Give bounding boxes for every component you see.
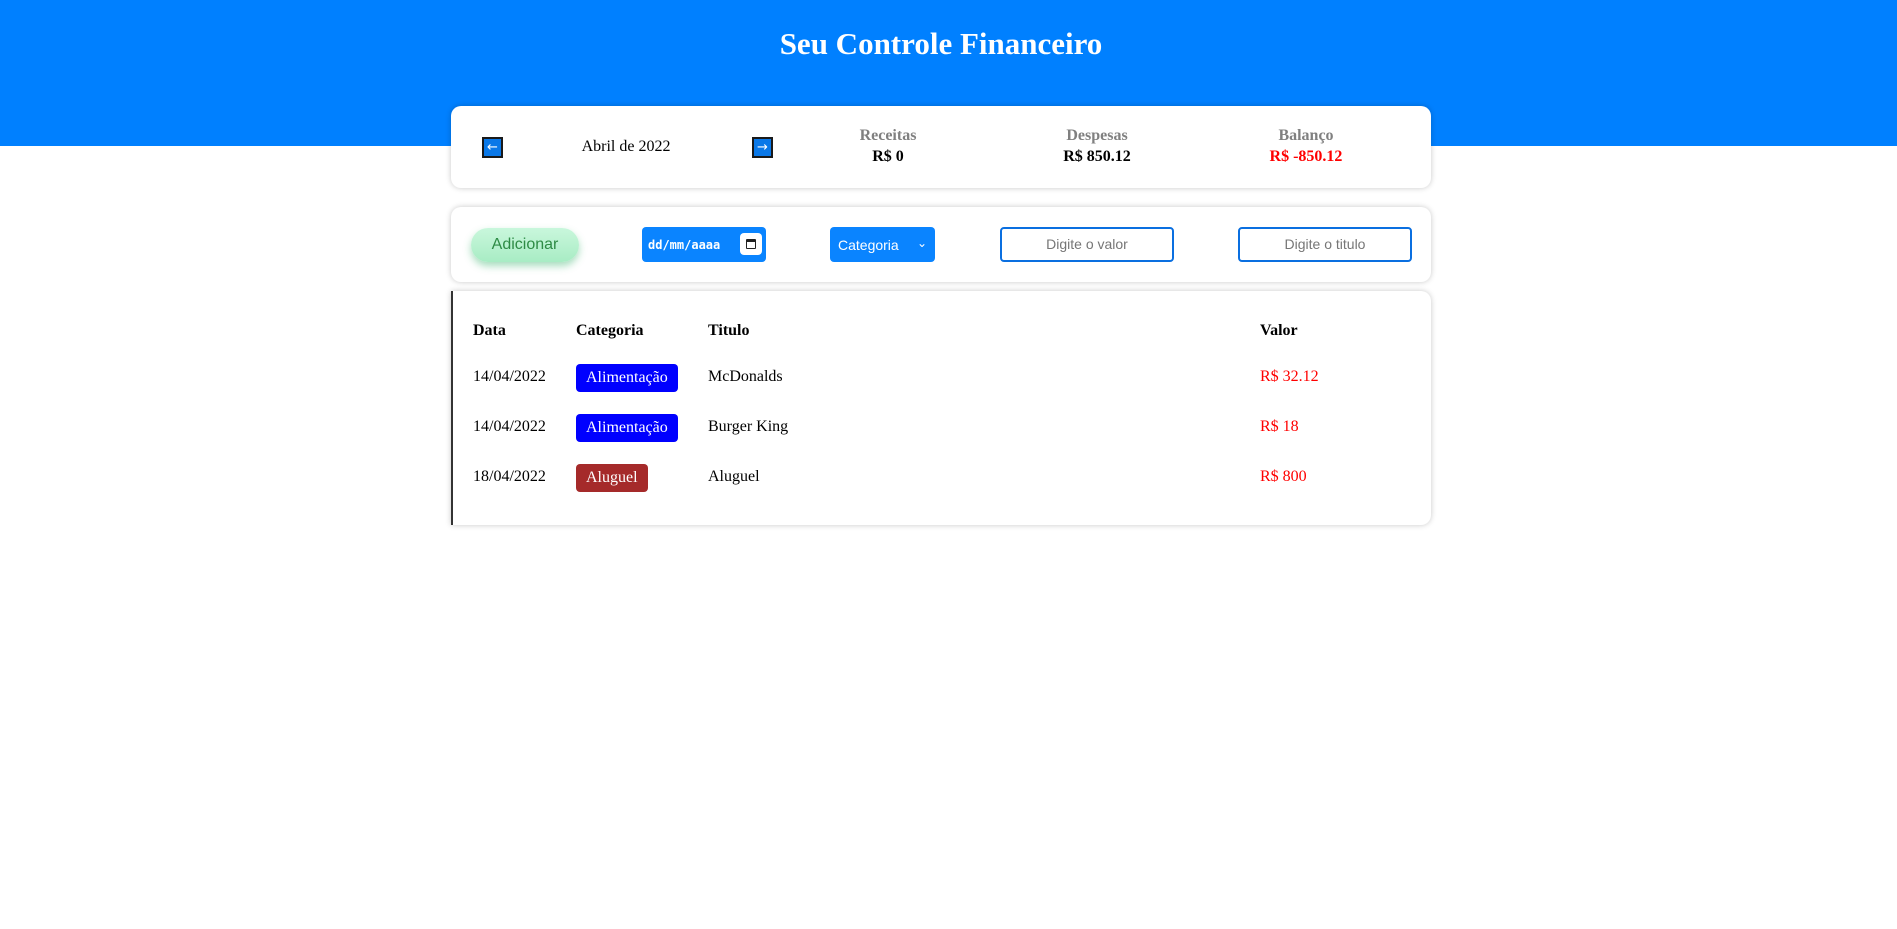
current-month: Abril de 2022 [581, 138, 671, 155]
expense-value: R$ 850.12 [1063, 148, 1131, 165]
balance-label: Balanço [1278, 127, 1334, 144]
column-header-title: Titulo [708, 322, 750, 339]
column-header-category: Categoria [576, 322, 644, 339]
row-title: Burger King [708, 418, 789, 435]
income-label: Receitas [859, 127, 917, 144]
row-date: 18/04/2022 [473, 468, 546, 485]
value-input[interactable]: Digite o valor [1000, 227, 1174, 262]
category-badge: Aluguel [576, 464, 648, 492]
category-selected-value: Categoria [838, 236, 899, 253]
next-month-button[interactable]: → [752, 137, 773, 158]
category-select[interactable]: Categoria ⌄ [830, 227, 935, 262]
table-row: 14/04/2022 Alimentação Burger King R$ 18 [453, 414, 1433, 442]
row-value: R$ 18 [1260, 418, 1299, 435]
add-button[interactable]: Adicionar [471, 228, 579, 262]
column-header-date: Data [473, 322, 506, 339]
table-row: 18/04/2022 Aluguel Aluguel R$ 800 [453, 464, 1433, 492]
category-badge: Alimentação [576, 364, 678, 392]
arrow-right-icon: → [757, 139, 768, 155]
row-value: R$ 800 [1260, 468, 1307, 485]
calendar-icon[interactable] [740, 233, 762, 255]
balance-summary: Balanço R$ -850.12 [1236, 126, 1376, 168]
income-summary: Receitas R$ 0 [818, 126, 958, 168]
row-value: R$ 32.12 [1260, 368, 1319, 385]
row-date: 14/04/2022 [473, 418, 546, 435]
transactions-table: Data Categoria Titulo Valor 14/04/2022 A… [451, 291, 1431, 525]
row-date: 14/04/2022 [473, 368, 546, 385]
summary-card: ← Abril de 2022 → Receitas R$ 0 Despesas… [451, 106, 1431, 188]
prev-month-button[interactable]: ← [482, 137, 503, 158]
row-title: Aluguel [708, 468, 760, 485]
table-row: 14/04/2022 Alimentação McDonalds R$ 32.1… [453, 364, 1433, 392]
column-header-value: Valor [1260, 322, 1298, 339]
income-value: R$ 0 [872, 148, 904, 165]
date-placeholder: dd/mm/aaaa [648, 237, 721, 252]
title-input[interactable]: Digite o titulo [1238, 227, 1412, 262]
entry-form-card: Adicionar dd/mm/aaaa Categoria ⌄ Digite … [451, 207, 1431, 282]
chevron-down-icon: ⌄ [916, 236, 927, 250]
arrow-left-icon: ← [487, 139, 498, 155]
date-input[interactable]: dd/mm/aaaa [642, 227, 766, 262]
balance-value: R$ -850.12 [1269, 148, 1343, 165]
expense-summary: Despesas R$ 850.12 [1027, 126, 1167, 168]
row-title: McDonalds [708, 368, 783, 385]
expense-label: Despesas [1066, 127, 1128, 144]
category-badge: Alimentação [576, 414, 678, 442]
page-title: Seu Controle Financeiro [779, 26, 1103, 61]
